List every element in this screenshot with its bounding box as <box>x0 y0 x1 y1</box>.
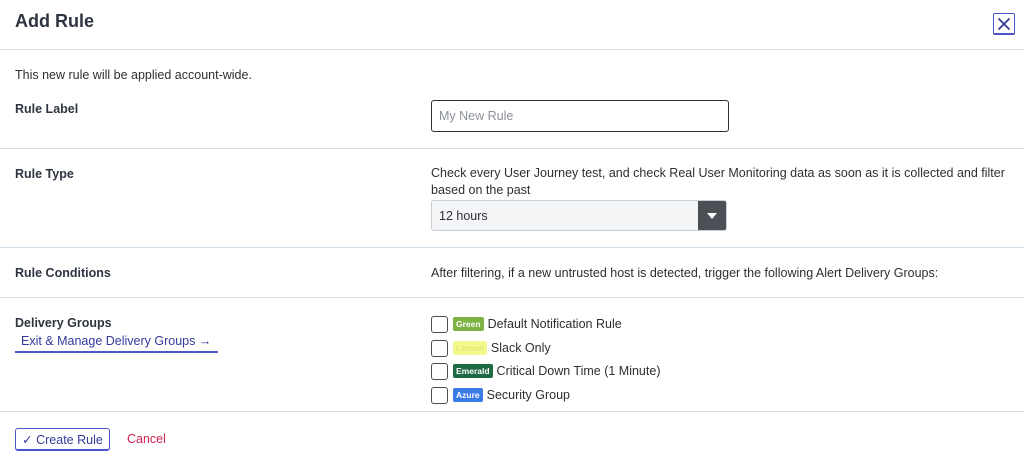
divider <box>0 297 1024 298</box>
color-badge: Green <box>453 317 484 331</box>
delivery-group-item[interactable]: Emerald Critical Down Time (1 Minute) <box>431 362 660 380</box>
divider <box>0 247 1024 248</box>
create-rule-button[interactable]: ✓ Create Rule <box>15 428 110 451</box>
color-badge: Emerald <box>453 364 493 378</box>
delivery-group-name: Security Group <box>486 388 570 402</box>
dialog-title: Add Rule <box>15 11 94 31</box>
color-badge: Azure <box>453 388 483 402</box>
caret-down-icon <box>698 201 726 230</box>
delivery-group-checkbox[interactable] <box>431 315 448 333</box>
delivery-group-item[interactable]: Azure Security Group <box>431 386 570 404</box>
close-button[interactable] <box>993 13 1015 35</box>
rule-conditions-heading: Rule Conditions <box>15 266 111 280</box>
delivery-groups-heading: Delivery Groups <box>15 316 112 330</box>
cancel-link[interactable]: Cancel <box>127 432 166 446</box>
color-badge: Lemon <box>453 341 487 355</box>
footer-divider <box>0 411 1024 412</box>
delivery-group-name: Slack Only <box>490 341 551 355</box>
rule-type-description: Check every User Journey test, and check… <box>431 166 1005 197</box>
time-range-select[interactable]: 12 hours <box>431 200 727 231</box>
delivery-group-item[interactable]: Lemon Slack Only <box>431 339 551 357</box>
rule-conditions-description: After filtering, if a new untrusted host… <box>431 266 939 280</box>
delivery-group-checkbox[interactable] <box>431 362 448 380</box>
manage-delivery-groups-link[interactable]: Exit & Manage Delivery Groups → <box>15 334 218 353</box>
delivery-group-item[interactable]: Green Default Notification Rule <box>431 315 622 333</box>
close-icon <box>998 17 1010 30</box>
time-range-value: 12 hours <box>439 208 488 223</box>
intro-text: This new rule will be applied account-wi… <box>15 68 252 82</box>
rule-label-input[interactable] <box>431 100 729 132</box>
delivery-group-name: Critical Down Time (1 Minute) <box>496 364 661 378</box>
divider <box>0 148 1024 149</box>
delivery-group-name: Default Notification Rule <box>487 317 622 331</box>
rule-type-heading: Rule Type <box>15 167 74 181</box>
dialog-header: Add Rule <box>0 0 1024 50</box>
delivery-group-checkbox[interactable] <box>431 386 448 404</box>
rule-label-heading: Rule Label <box>15 102 79 116</box>
delivery-group-checkbox[interactable] <box>431 339 448 357</box>
